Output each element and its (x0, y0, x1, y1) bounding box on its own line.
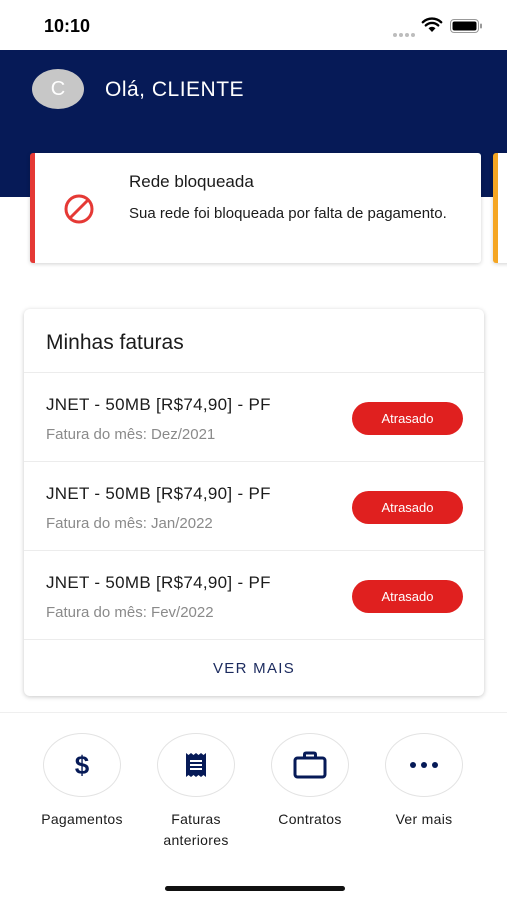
action-label: Ver mais (395, 811, 453, 827)
action-label: Pagamentos (41, 811, 123, 827)
invoice-name: JNET - 50MB [R$74,90] - PF (46, 484, 271, 503)
greeting: Olá, CLIENTE (105, 78, 245, 101)
status-bar: 10:10 (0, 0, 507, 50)
blocked-icon (64, 194, 94, 224)
alert-message: Sua rede foi bloqueada por falta de paga… (129, 205, 447, 222)
dollar-icon: $ (74, 749, 90, 780)
invoice-month: Fatura do mês: Jan/2022 (46, 515, 213, 532)
action-previous-invoices[interactable]: Faturas anteriores (141, 733, 251, 851)
payments-button[interactable]: $ (43, 733, 121, 797)
status-badge: Atrasado (352, 491, 463, 524)
wifi-icon (421, 17, 443, 32)
invoice-month: Fatura do mês: Fev/2022 (46, 604, 214, 621)
avatar[interactable]: C (32, 69, 84, 109)
next-alert-card[interactable] (493, 153, 507, 263)
previous-invoices-button[interactable] (157, 733, 235, 797)
status-badge: Atrasado (352, 580, 463, 613)
action-contracts[interactable]: Contratos (255, 733, 365, 830)
action-payments[interactable]: $ Pagamentos (27, 733, 137, 830)
invoice-name: JNET - 50MB [R$74,90] - PF (46, 395, 271, 414)
action-label: Faturas anteriores (163, 811, 229, 848)
contracts-button[interactable] (271, 733, 349, 797)
invoice-name: JNET - 50MB [R$74,90] - PF (46, 573, 271, 592)
status-time: 10:10 (44, 16, 91, 36)
see-more-button[interactable]: VER MAIS (24, 639, 484, 696)
more-icon (410, 762, 438, 768)
action-label: Contratos (278, 811, 342, 827)
invoices-card: Minhas faturas JNET - 50MB [R$74,90] - P… (24, 309, 484, 696)
battery-icon (450, 19, 482, 33)
receipt-icon (186, 753, 206, 777)
signal-dots-icon (393, 24, 417, 42)
status-badge: Atrasado (352, 402, 463, 435)
quick-actions: $ Pagamentos Faturas anteriores Contrato… (0, 712, 507, 900)
invoice-row[interactable]: JNET - 50MB [R$74,90] - PF Fatura do mês… (24, 550, 484, 639)
invoice-month: Fatura do mês: Dez/2021 (46, 426, 216, 443)
invoices-title: Minhas faturas (46, 331, 184, 354)
action-more[interactable]: Ver mais (369, 733, 479, 830)
alert-card[interactable]: Rede bloqueada Sua rede foi bloqueada po… (30, 153, 481, 263)
invoice-row[interactable]: JNET - 50MB [R$74,90] - PF Fatura do mês… (24, 372, 484, 461)
more-button[interactable] (385, 733, 463, 797)
alert-title: Rede bloqueada (129, 172, 254, 191)
home-indicator[interactable] (165, 886, 345, 891)
invoice-row[interactable]: JNET - 50MB [R$74,90] - PF Fatura do mês… (24, 461, 484, 550)
briefcase-icon (293, 751, 327, 779)
